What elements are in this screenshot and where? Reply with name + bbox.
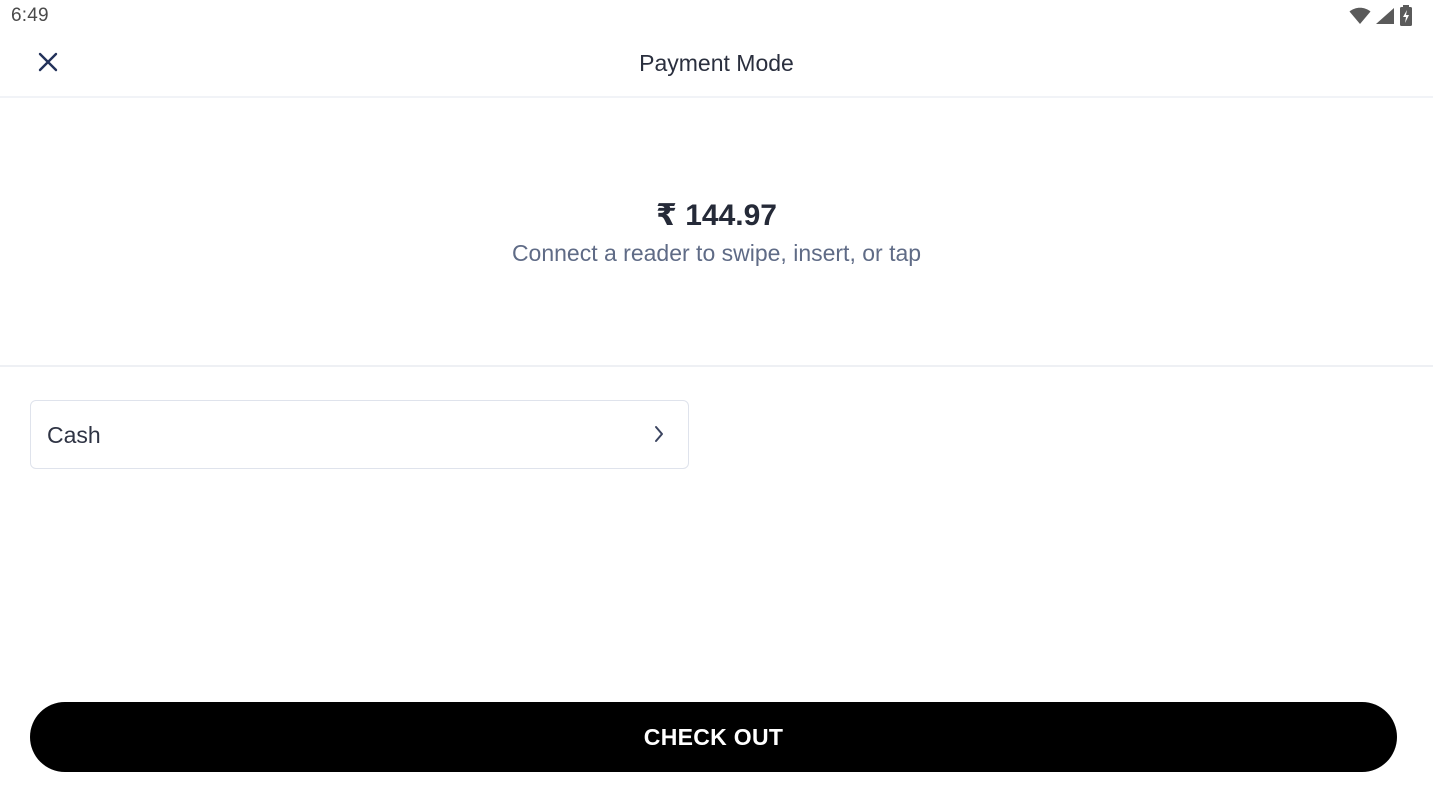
status-icons [1349,4,1413,28]
cellular-signal-icon [1375,7,1395,25]
checkout-button[interactable]: CHECK OUT [30,702,1397,772]
payment-option-label: Cash [47,422,101,448]
checkout-button-label: CHECK OUT [643,723,784,750]
app-bar: Payment Mode [0,32,1433,98]
page-title: Payment Mode [639,50,794,76]
status-time: 6:49 [11,5,49,26]
amount-due: ₹ 144.97 [656,199,777,232]
reader-hint: Connect a reader to swipe, insert, or ta… [511,240,922,266]
battery-charging-icon [1399,5,1413,27]
payment-option-cash[interactable]: Cash [30,400,689,469]
chevron-right-icon [654,425,664,448]
payment-mode-screen: 6:49 Payment Mode ₹ 144.97 Connect a rea… [0,0,1433,800]
status-bar: 6:49 [0,0,1433,32]
wifi-icon [1349,7,1371,25]
amount-section: ₹ 144.97 Connect a reader to swipe, inse… [0,100,1433,367]
